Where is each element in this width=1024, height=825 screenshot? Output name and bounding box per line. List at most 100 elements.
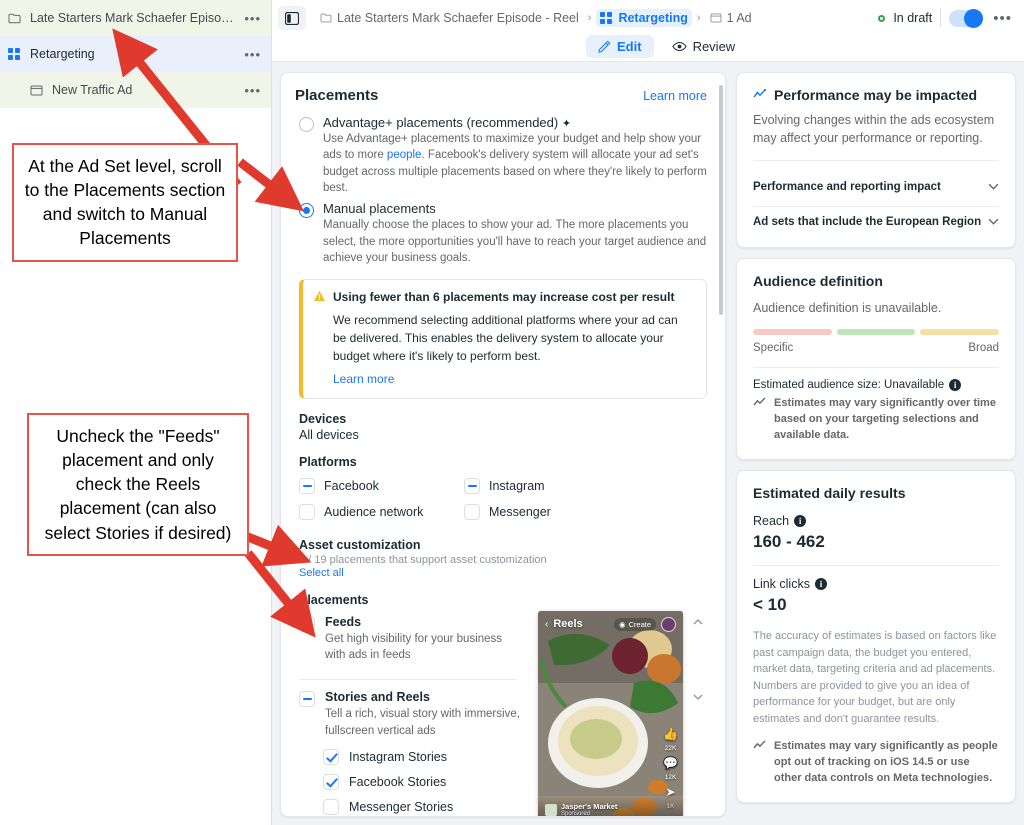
- like-icon[interactable]: 👍: [663, 728, 678, 740]
- breadcrumb-campaign[interactable]: Late Starters Mark Schaefer Episode - Re…: [316, 9, 583, 27]
- ad-icon: [30, 85, 52, 96]
- checkbox-checked-icon[interactable]: [323, 774, 339, 791]
- radio-advantage-label: Advantage+ placements (recommended) ✦: [323, 115, 572, 130]
- sidebar-ad-label: New Traffic Ad: [52, 83, 133, 97]
- estimates-ios-note: Estimates may vary significantly as peop…: [753, 739, 999, 787]
- sparkle-icon: ✦: [561, 118, 572, 130]
- sidebar-adset-menu[interactable]: •••: [238, 47, 261, 62]
- checkbox-unchecked-icon[interactable]: [464, 504, 480, 521]
- metric-link-clicks-label-row: Link clicks i: [753, 577, 999, 591]
- checkbox-unchecked-icon[interactable]: [323, 799, 339, 816]
- right-rail: Performance may be impacted Evolving cha…: [736, 72, 1024, 825]
- placement-group-stories-reels-desc: Tell a rich, visual story with immersive…: [325, 708, 520, 737]
- tab-review-label: Review: [692, 38, 736, 54]
- people-link[interactable]: people: [387, 149, 422, 161]
- estimated-results-title: Estimated daily results: [753, 485, 906, 502]
- sidebar-campaign-label: Late Starters Mark Schaefer Episode - Re…: [30, 11, 238, 25]
- metric-reach-label: Reach: [753, 514, 790, 529]
- audience-definition-card: Audience definition Audience definition …: [736, 258, 1016, 461]
- radio-manual-placements[interactable]: Manual placements Manually choose the pl…: [295, 198, 707, 268]
- checkbox-indeterminate-icon[interactable]: [299, 478, 315, 495]
- devices-value: All devices: [299, 428, 359, 443]
- folder-icon: [8, 13, 30, 24]
- trend-chart-icon: [753, 739, 767, 787]
- annotation-callout-manual-placements: At the Ad Set level, scroll to the Place…: [12, 143, 238, 262]
- preview-header-label: Reels: [553, 618, 583, 630]
- radio-manual-label: Manual placements: [323, 201, 436, 217]
- sidebar-ad-menu[interactable]: •••: [238, 83, 261, 98]
- chevron-down-icon[interactable]: [988, 216, 999, 228]
- platform-audience-network[interactable]: Audience network: [299, 499, 464, 525]
- radio-button-icon[interactable]: [299, 117, 314, 132]
- placements-list-label: Placements: [299, 593, 369, 608]
- info-icon[interactable]: i: [794, 515, 807, 528]
- platform-instagram[interactable]: Instagram: [464, 473, 629, 499]
- main-column: Late Starters Mark Schaefer Episode - Re…: [272, 0, 1024, 825]
- top-bar-actions: In draft •••: [870, 8, 1014, 28]
- divider: [753, 367, 999, 369]
- activate-toggle[interactable]: [949, 8, 984, 28]
- select-all-link[interactable]: Select all: [299, 567, 707, 579]
- info-icon[interactable]: i: [949, 379, 962, 392]
- back-arrow-icon[interactable]: ‹: [545, 619, 548, 630]
- placements-learn-more-link[interactable]: Learn more: [643, 89, 707, 103]
- panel-scrollbar[interactable]: [719, 85, 723, 315]
- camera-icon: ◉: [618, 619, 626, 629]
- placement-facebook-stories-label: Facebook Stories: [349, 775, 447, 790]
- tab-review[interactable]: Review: [660, 35, 748, 58]
- accordion-performance-impact-label: Performance and reporting impact: [753, 181, 941, 194]
- accordion-performance-impact[interactable]: Performance and reporting impact: [753, 172, 999, 197]
- platform-facebook[interactable]: Facebook: [299, 473, 464, 499]
- checkbox-indeterminate-icon[interactable]: [464, 478, 480, 495]
- checkbox-unchecked-icon[interactable]: [299, 616, 315, 633]
- asset-customization-title: Asset customization: [299, 538, 421, 553]
- sidebar-item-campaign[interactable]: Late Starters Mark Schaefer Episode - Re…: [0, 0, 271, 36]
- more-options-icon[interactable]: •••: [991, 10, 1014, 27]
- warning-learn-more-link[interactable]: Learn more: [333, 372, 694, 386]
- tab-edit[interactable]: Edit: [586, 34, 654, 58]
- left-sidebar: Late Starters Mark Schaefer Episode - Re…: [0, 0, 272, 825]
- preview-sponsored-label: Sponsored: [561, 811, 591, 817]
- metric-link-clicks-label: Link clicks: [753, 577, 810, 592]
- radio-button-selected-icon[interactable]: [299, 203, 314, 219]
- checkbox-indeterminate-icon[interactable]: [299, 691, 315, 708]
- sidebar-item-ad[interactable]: New Traffic Ad •••: [0, 72, 271, 108]
- performance-card-title: Performance may be impacted: [774, 87, 978, 103]
- panel-toggle-icon[interactable]: [278, 6, 306, 30]
- audience-gauge-labels: Specific Broad: [753, 342, 999, 354]
- like-count: 22K: [664, 745, 677, 752]
- radio-advantage-placements[interactable]: Advantage+ placements (recommended) ✦ Us…: [295, 112, 707, 198]
- chevron-down-icon[interactable]: [988, 181, 999, 193]
- breadcrumb-ads[interactable]: 1 Ad: [706, 9, 756, 27]
- platform-messenger[interactable]: Messenger: [464, 499, 629, 525]
- accordion-european-region[interactable]: Ad sets that include the European Region: [753, 207, 999, 232]
- placement-preview: ‹ Reels ◉ Create 👍 22K 💬 12K ➤ Jasper's …: [523, 611, 703, 817]
- breadcrumb: Late Starters Mark Schaefer Episode - Re…: [316, 9, 870, 27]
- checkbox-unchecked-icon[interactable]: [299, 504, 315, 521]
- metric-reach-value: 160 - 462: [753, 532, 825, 552]
- metric-link-clicks: Link clicks i < 10: [753, 577, 999, 615]
- audience-definition-unavailable: Audience definition is unavailable.: [753, 301, 942, 316]
- preview-create-button[interactable]: ◉ Create: [613, 617, 656, 631]
- placements-panel-wrap: Placements Learn more Advantage+ placeme…: [280, 72, 726, 825]
- breadcrumb-separator-1: ›: [587, 12, 592, 24]
- checkbox-checked-icon[interactable]: [323, 749, 339, 766]
- grid-icon: [600, 11, 613, 25]
- trend-chart-icon: [753, 88, 767, 103]
- page-title: Placements: [295, 87, 379, 104]
- sidebar-campaign-menu[interactable]: •••: [238, 11, 261, 26]
- info-icon[interactable]: i: [814, 578, 827, 591]
- breadcrumb-adset[interactable]: Retargeting: [596, 9, 692, 27]
- tab-edit-label: Edit: [617, 38, 642, 54]
- comment-icon[interactable]: 💬: [663, 757, 678, 769]
- edit-review-tabs: Edit Review: [272, 32, 1024, 60]
- breadcrumb-campaign-label: Late Starters Mark Schaefer Episode - Re…: [337, 11, 579, 25]
- audience-estimate-note: Estimates may vary significantly over ti…: [753, 396, 999, 444]
- gauge-label-broad: Broad: [968, 342, 999, 355]
- sidebar-item-adset[interactable]: Retargeting •••: [0, 36, 271, 72]
- radio-advantage-desc: Use Advantage+ placements to maximize yo…: [323, 133, 707, 194]
- warning-body: We recommend selecting additional platfo…: [333, 313, 678, 364]
- audience-gauge: [753, 329, 1000, 336]
- platform-instagram-label: Instagram: [489, 479, 545, 494]
- metric-reach: Reach i 160 - 462: [753, 514, 999, 552]
